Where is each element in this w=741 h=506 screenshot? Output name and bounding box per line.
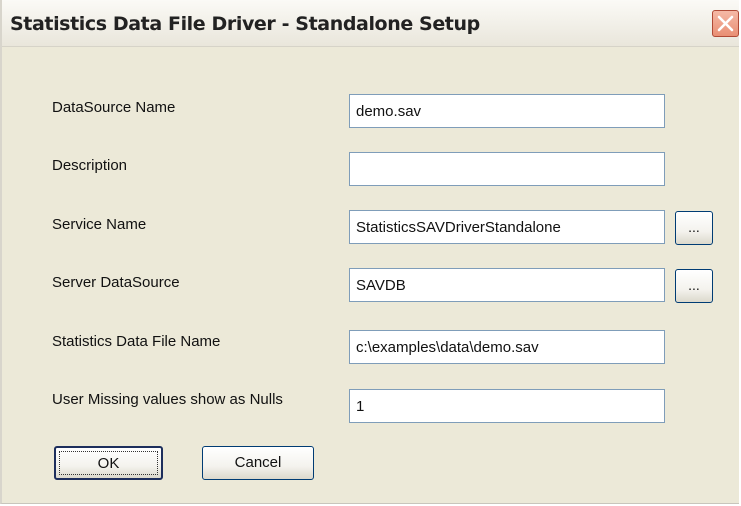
datasource-name-input[interactable] — [349, 94, 665, 128]
server-datasource-browse-button[interactable]: ... — [675, 269, 713, 303]
close-icon — [717, 15, 734, 32]
close-button[interactable] — [712, 10, 739, 37]
ok-button[interactable]: OK — [54, 446, 163, 480]
title-bar[interactable]: Statistics Data File Driver - Standalone… — [2, 0, 739, 47]
window-title: Statistics Data File Driver - Standalone… — [10, 13, 480, 35]
data-file-name-input[interactable] — [349, 330, 665, 364]
description-label: Description — [52, 157, 128, 174]
ok-button-label: OK — [97, 455, 120, 472]
setup-dialog: Statistics Data File Driver - Standalone… — [0, 0, 739, 504]
service-name-browse-button[interactable]: ... — [675, 211, 713, 245]
data-file-name-label: Statistics Data File Name — [52, 333, 221, 350]
service-name-label: Service Name — [52, 216, 147, 233]
datasource-name-label: DataSource Name — [52, 99, 176, 116]
user-missing-nulls-label: User Missing values show as Nulls — [52, 391, 283, 408]
user-missing-nulls-input[interactable] — [349, 389, 665, 423]
description-input[interactable] — [349, 152, 665, 186]
service-name-input[interactable] — [349, 210, 665, 244]
server-datasource-input[interactable] — [349, 268, 665, 302]
server-datasource-label: Server DataSource — [52, 274, 180, 291]
cancel-button[interactable]: Cancel — [202, 446, 314, 480]
